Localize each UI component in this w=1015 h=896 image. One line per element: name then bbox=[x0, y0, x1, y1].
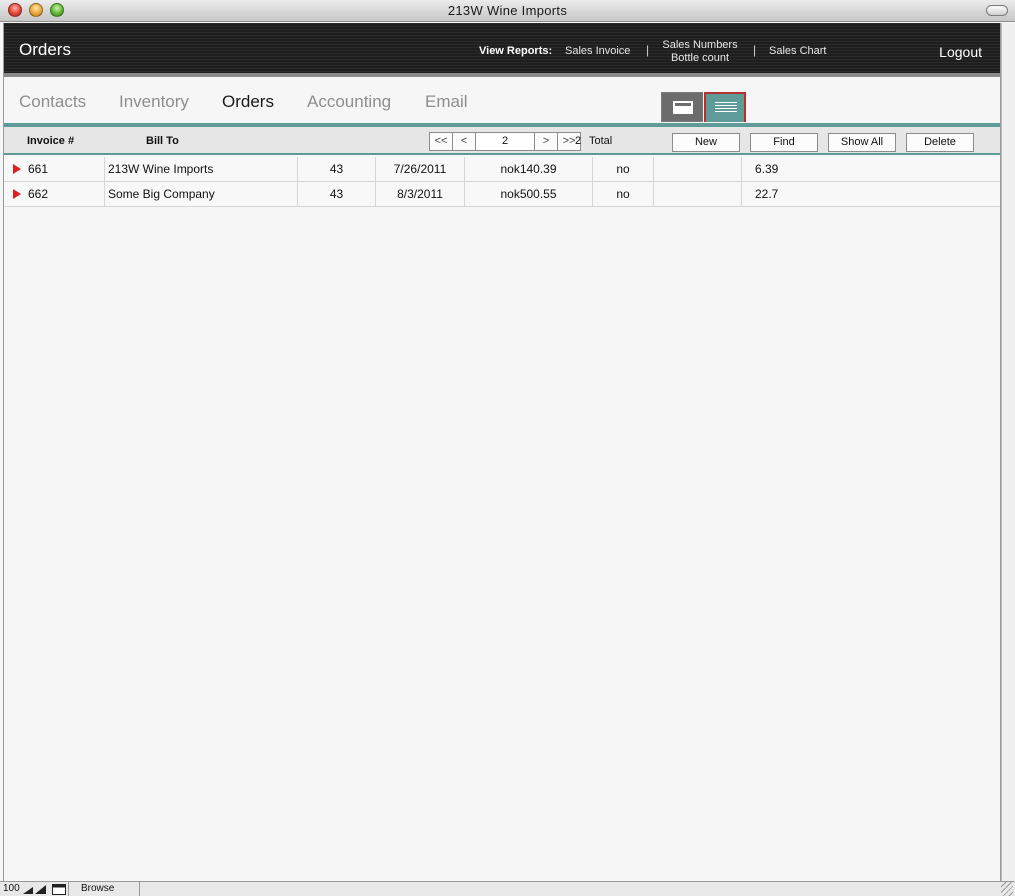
previous-record-button[interactable]: < bbox=[452, 132, 476, 151]
list-view-icon bbox=[715, 102, 737, 114]
cell-divider bbox=[741, 182, 742, 207]
invoice-cell[interactable]: 662 bbox=[28, 182, 48, 207]
record-navigator: << < 2 > >> bbox=[429, 132, 581, 151]
toolbar-toggle-button[interactable] bbox=[986, 5, 1008, 16]
mode-indicator[interactable]: Browse bbox=[68, 882, 140, 896]
view-toggle bbox=[4, 92, 1000, 122]
row-marker-icon[interactable] bbox=[13, 189, 21, 199]
bill-to-cell[interactable]: 213W Wine Imports bbox=[108, 157, 296, 182]
form-view-button[interactable] bbox=[661, 92, 703, 122]
new-button[interactable]: New bbox=[672, 133, 740, 152]
amount-cell[interactable]: nok140.39 bbox=[465, 157, 592, 182]
sales-numbers-link[interactable]: Sales Numbers bbox=[662, 39, 738, 51]
view-reports-label: View Reports: bbox=[479, 45, 553, 57]
orders-list: 661 213W Wine Imports 43 7/26/2011 nok14… bbox=[4, 157, 1000, 207]
sales-chart-link[interactable]: Sales Chart bbox=[769, 45, 826, 57]
next-record-button[interactable]: > bbox=[534, 132, 558, 151]
app-window: 213W Wine Imports Orders View Reports: S… bbox=[0, 0, 1015, 896]
sales-invoice-link[interactable]: Sales Invoice bbox=[565, 45, 630, 57]
page-title: Orders bbox=[19, 40, 71, 59]
quantity-cell[interactable]: 43 bbox=[298, 182, 375, 207]
mode-label: Browse bbox=[81, 883, 115, 894]
resize-grip-icon[interactable] bbox=[1001, 882, 1013, 896]
zoom-level[interactable]: 100 bbox=[3, 883, 20, 894]
find-button[interactable]: Find bbox=[750, 133, 818, 152]
value-cell[interactable]: 22.7 bbox=[755, 182, 875, 207]
amount-cell[interactable]: nok500.55 bbox=[465, 182, 592, 207]
logout-button[interactable]: Logout bbox=[939, 44, 982, 60]
table-row[interactable]: 662 Some Big Company 43 8/3/2011 nok500.… bbox=[4, 182, 1000, 207]
window-edge bbox=[1001, 23, 1015, 881]
current-record-field[interactable]: 2 bbox=[475, 132, 535, 151]
date-cell[interactable]: 8/3/2011 bbox=[376, 182, 464, 207]
cell-divider bbox=[104, 157, 105, 182]
report-separator: | bbox=[646, 43, 650, 57]
form-view-icon bbox=[673, 101, 693, 114]
list-toolbar: Invoice # Bill To << < 2 > >> 2 Total Ne… bbox=[4, 127, 1000, 155]
paid-cell[interactable]: no bbox=[593, 157, 653, 182]
toggle-status-area-icon[interactable] bbox=[52, 884, 66, 895]
delete-button[interactable]: Delete bbox=[906, 133, 974, 152]
bottle-count-link[interactable]: Bottle count bbox=[662, 52, 738, 64]
quantity-cell[interactable]: 43 bbox=[298, 157, 375, 182]
column-header-invoice[interactable]: Invoice # bbox=[27, 135, 74, 147]
column-header-bill-to[interactable]: Bill To bbox=[146, 135, 179, 147]
total-count: 2 bbox=[575, 135, 582, 147]
window-title: 213W Wine Imports bbox=[447, 3, 568, 18]
app-header: Orders View Reports: Sales Invoice | Sal… bbox=[4, 23, 1000, 77]
paid-cell[interactable]: no bbox=[593, 182, 653, 207]
row-marker-icon[interactable] bbox=[13, 164, 21, 174]
date-cell[interactable]: 7/26/2011 bbox=[376, 157, 464, 182]
cell-divider bbox=[104, 182, 105, 207]
total-label: Total bbox=[589, 135, 613, 147]
title-bar[interactable]: 213W Wine Imports bbox=[0, 0, 1015, 22]
empty-cell[interactable] bbox=[654, 157, 741, 182]
show-all-button[interactable]: Show All bbox=[828, 133, 896, 152]
table-row[interactable]: 661 213W Wine Imports 43 7/26/2011 nok14… bbox=[4, 157, 1000, 182]
value-cell[interactable]: 6.39 bbox=[755, 157, 875, 182]
cell-divider bbox=[741, 157, 742, 182]
status-bar: 100 Browse bbox=[0, 881, 1015, 896]
content-area: Orders View Reports: Sales Invoice | Sal… bbox=[3, 23, 1001, 881]
bill-to-cell[interactable]: Some Big Company bbox=[108, 182, 296, 207]
report-separator: | bbox=[753, 43, 757, 57]
first-record-button[interactable]: << bbox=[429, 132, 453, 151]
list-view-button[interactable] bbox=[704, 92, 746, 122]
empty-cell[interactable] bbox=[654, 182, 741, 207]
zoom-controls-icon[interactable] bbox=[22, 884, 50, 895]
invoice-cell[interactable]: 661 bbox=[28, 157, 48, 182]
